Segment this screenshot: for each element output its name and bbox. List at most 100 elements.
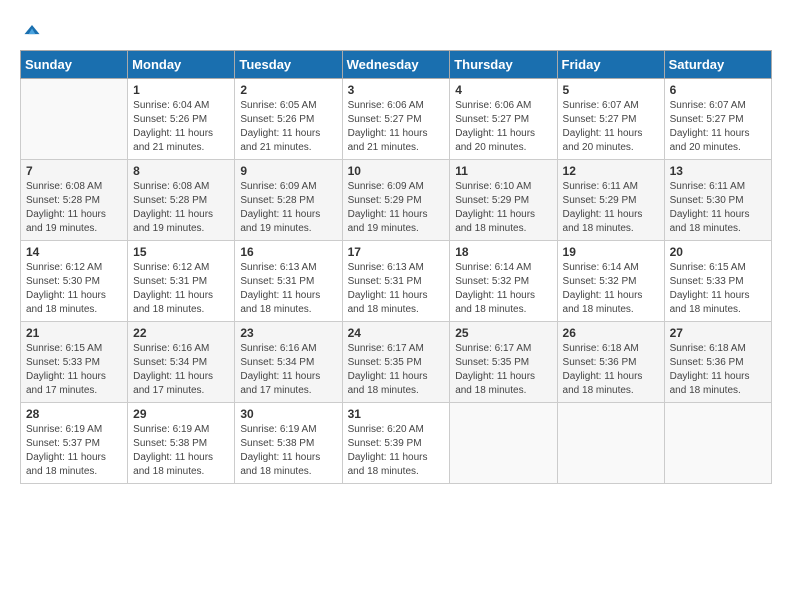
day-number: 24 xyxy=(348,326,445,340)
calendar-cell: 8 Sunrise: 6:08 AM Sunset: 5:28 PM Dayli… xyxy=(128,160,235,241)
calendar-cell: 21 Sunrise: 6:15 AM Sunset: 5:33 PM Dayl… xyxy=(21,322,128,403)
daylight: Daylight: 11 hours and 21 minutes. xyxy=(348,128,428,153)
day-number: 27 xyxy=(670,326,766,340)
daylight: Daylight: 11 hours and 19 minutes. xyxy=(240,209,320,234)
sunrise: Sunrise: 6:19 AM xyxy=(26,424,102,435)
day-info: Sunrise: 6:18 AM Sunset: 5:36 PM Dayligh… xyxy=(670,342,766,398)
calendar-cell: 16 Sunrise: 6:13 AM Sunset: 5:31 PM Dayl… xyxy=(235,241,342,322)
day-number: 13 xyxy=(670,164,766,178)
sunset: Sunset: 5:31 PM xyxy=(133,276,207,287)
day-info: Sunrise: 6:15 AM Sunset: 5:33 PM Dayligh… xyxy=(670,261,766,317)
daylight: Daylight: 11 hours and 18 minutes. xyxy=(670,371,750,396)
day-number: 18 xyxy=(455,245,551,259)
sunrise: Sunrise: 6:06 AM xyxy=(348,100,424,111)
sunset: Sunset: 5:26 PM xyxy=(133,114,207,125)
daylight: Daylight: 11 hours and 18 minutes. xyxy=(348,452,428,477)
calendar-cell: 23 Sunrise: 6:16 AM Sunset: 5:34 PM Dayl… xyxy=(235,322,342,403)
header-monday: Monday xyxy=(128,51,235,79)
day-info: Sunrise: 6:17 AM Sunset: 5:35 PM Dayligh… xyxy=(348,342,445,398)
calendar-cell xyxy=(21,79,128,160)
calendar-cell: 18 Sunrise: 6:14 AM Sunset: 5:32 PM Dayl… xyxy=(450,241,557,322)
sunrise: Sunrise: 6:06 AM xyxy=(455,100,531,111)
day-info: Sunrise: 6:11 AM Sunset: 5:29 PM Dayligh… xyxy=(563,180,659,236)
sunset: Sunset: 5:31 PM xyxy=(240,276,314,287)
daylight: Daylight: 11 hours and 19 minutes. xyxy=(26,209,106,234)
header-tuesday: Tuesday xyxy=(235,51,342,79)
sunrise: Sunrise: 6:18 AM xyxy=(670,343,746,354)
sunset: Sunset: 5:37 PM xyxy=(26,438,100,449)
calendar-cell xyxy=(450,403,557,484)
calendar-cell xyxy=(557,403,664,484)
sunset: Sunset: 5:33 PM xyxy=(26,357,100,368)
sunrise: Sunrise: 6:11 AM xyxy=(563,181,638,192)
day-number: 14 xyxy=(26,245,122,259)
day-number: 17 xyxy=(348,245,445,259)
calendar-cell: 20 Sunrise: 6:15 AM Sunset: 5:33 PM Dayl… xyxy=(664,241,771,322)
day-number: 26 xyxy=(563,326,659,340)
sunset: Sunset: 5:29 PM xyxy=(348,195,422,206)
day-number: 23 xyxy=(240,326,336,340)
day-info: Sunrise: 6:14 AM Sunset: 5:32 PM Dayligh… xyxy=(563,261,659,317)
day-info: Sunrise: 6:16 AM Sunset: 5:34 PM Dayligh… xyxy=(133,342,229,398)
daylight: Daylight: 11 hours and 18 minutes. xyxy=(348,290,428,315)
sunrise: Sunrise: 6:17 AM xyxy=(455,343,531,354)
sunset: Sunset: 5:27 PM xyxy=(455,114,529,125)
calendar-cell: 5 Sunrise: 6:07 AM Sunset: 5:27 PM Dayli… xyxy=(557,79,664,160)
daylight: Daylight: 11 hours and 18 minutes. xyxy=(133,290,213,315)
header-saturday: Saturday xyxy=(664,51,771,79)
calendar-week-4: 21 Sunrise: 6:15 AM Sunset: 5:33 PM Dayl… xyxy=(21,322,772,403)
daylight: Daylight: 11 hours and 18 minutes. xyxy=(670,209,750,234)
day-info: Sunrise: 6:19 AM Sunset: 5:38 PM Dayligh… xyxy=(240,423,336,479)
calendar-cell: 13 Sunrise: 6:11 AM Sunset: 5:30 PM Dayl… xyxy=(664,160,771,241)
day-info: Sunrise: 6:07 AM Sunset: 5:27 PM Dayligh… xyxy=(670,99,766,155)
daylight: Daylight: 11 hours and 19 minutes. xyxy=(348,209,428,234)
sunset: Sunset: 5:28 PM xyxy=(240,195,314,206)
calendar-cell: 1 Sunrise: 6:04 AM Sunset: 5:26 PM Dayli… xyxy=(128,79,235,160)
daylight: Daylight: 11 hours and 18 minutes. xyxy=(133,452,213,477)
page-header xyxy=(20,20,772,40)
calendar-cell: 14 Sunrise: 6:12 AM Sunset: 5:30 PM Dayl… xyxy=(21,241,128,322)
sunrise: Sunrise: 6:16 AM xyxy=(240,343,316,354)
logo xyxy=(20,20,44,40)
sunset: Sunset: 5:29 PM xyxy=(455,195,529,206)
calendar-cell: 10 Sunrise: 6:09 AM Sunset: 5:29 PM Dayl… xyxy=(342,160,450,241)
sunrise: Sunrise: 6:13 AM xyxy=(348,262,424,273)
day-number: 21 xyxy=(26,326,122,340)
calendar-cell xyxy=(664,403,771,484)
day-number: 7 xyxy=(26,164,122,178)
sunset: Sunset: 5:36 PM xyxy=(670,357,744,368)
day-info: Sunrise: 6:08 AM Sunset: 5:28 PM Dayligh… xyxy=(26,180,122,236)
calendar-cell: 9 Sunrise: 6:09 AM Sunset: 5:28 PM Dayli… xyxy=(235,160,342,241)
sunset: Sunset: 5:38 PM xyxy=(240,438,314,449)
daylight: Daylight: 11 hours and 19 minutes. xyxy=(133,209,213,234)
sunrise: Sunrise: 6:14 AM xyxy=(455,262,531,273)
sunrise: Sunrise: 6:15 AM xyxy=(26,343,102,354)
day-info: Sunrise: 6:20 AM Sunset: 5:39 PM Dayligh… xyxy=(348,423,445,479)
day-info: Sunrise: 6:18 AM Sunset: 5:36 PM Dayligh… xyxy=(563,342,659,398)
sunset: Sunset: 5:35 PM xyxy=(348,357,422,368)
calendar-cell: 22 Sunrise: 6:16 AM Sunset: 5:34 PM Dayl… xyxy=(128,322,235,403)
day-info: Sunrise: 6:09 AM Sunset: 5:28 PM Dayligh… xyxy=(240,180,336,236)
daylight: Daylight: 11 hours and 20 minutes. xyxy=(455,128,535,153)
sunrise: Sunrise: 6:11 AM xyxy=(670,181,745,192)
daylight: Daylight: 11 hours and 18 minutes. xyxy=(26,452,106,477)
calendar-cell: 11 Sunrise: 6:10 AM Sunset: 5:29 PM Dayl… xyxy=(450,160,557,241)
logo-icon xyxy=(22,20,42,40)
sunset: Sunset: 5:34 PM xyxy=(133,357,207,368)
day-info: Sunrise: 6:06 AM Sunset: 5:27 PM Dayligh… xyxy=(455,99,551,155)
sunset: Sunset: 5:27 PM xyxy=(563,114,637,125)
sunset: Sunset: 5:26 PM xyxy=(240,114,314,125)
sunrise: Sunrise: 6:20 AM xyxy=(348,424,424,435)
sunset: Sunset: 5:34 PM xyxy=(240,357,314,368)
day-info: Sunrise: 6:14 AM Sunset: 5:32 PM Dayligh… xyxy=(455,261,551,317)
sunrise: Sunrise: 6:07 AM xyxy=(563,100,639,111)
sunset: Sunset: 5:29 PM xyxy=(563,195,637,206)
daylight: Daylight: 11 hours and 18 minutes. xyxy=(26,290,106,315)
calendar-cell: 15 Sunrise: 6:12 AM Sunset: 5:31 PM Dayl… xyxy=(128,241,235,322)
day-info: Sunrise: 6:16 AM Sunset: 5:34 PM Dayligh… xyxy=(240,342,336,398)
day-number: 20 xyxy=(670,245,766,259)
day-info: Sunrise: 6:15 AM Sunset: 5:33 PM Dayligh… xyxy=(26,342,122,398)
sunset: Sunset: 5:39 PM xyxy=(348,438,422,449)
sunrise: Sunrise: 6:13 AM xyxy=(240,262,316,273)
calendar-header-row: SundayMondayTuesdayWednesdayThursdayFrid… xyxy=(21,51,772,79)
